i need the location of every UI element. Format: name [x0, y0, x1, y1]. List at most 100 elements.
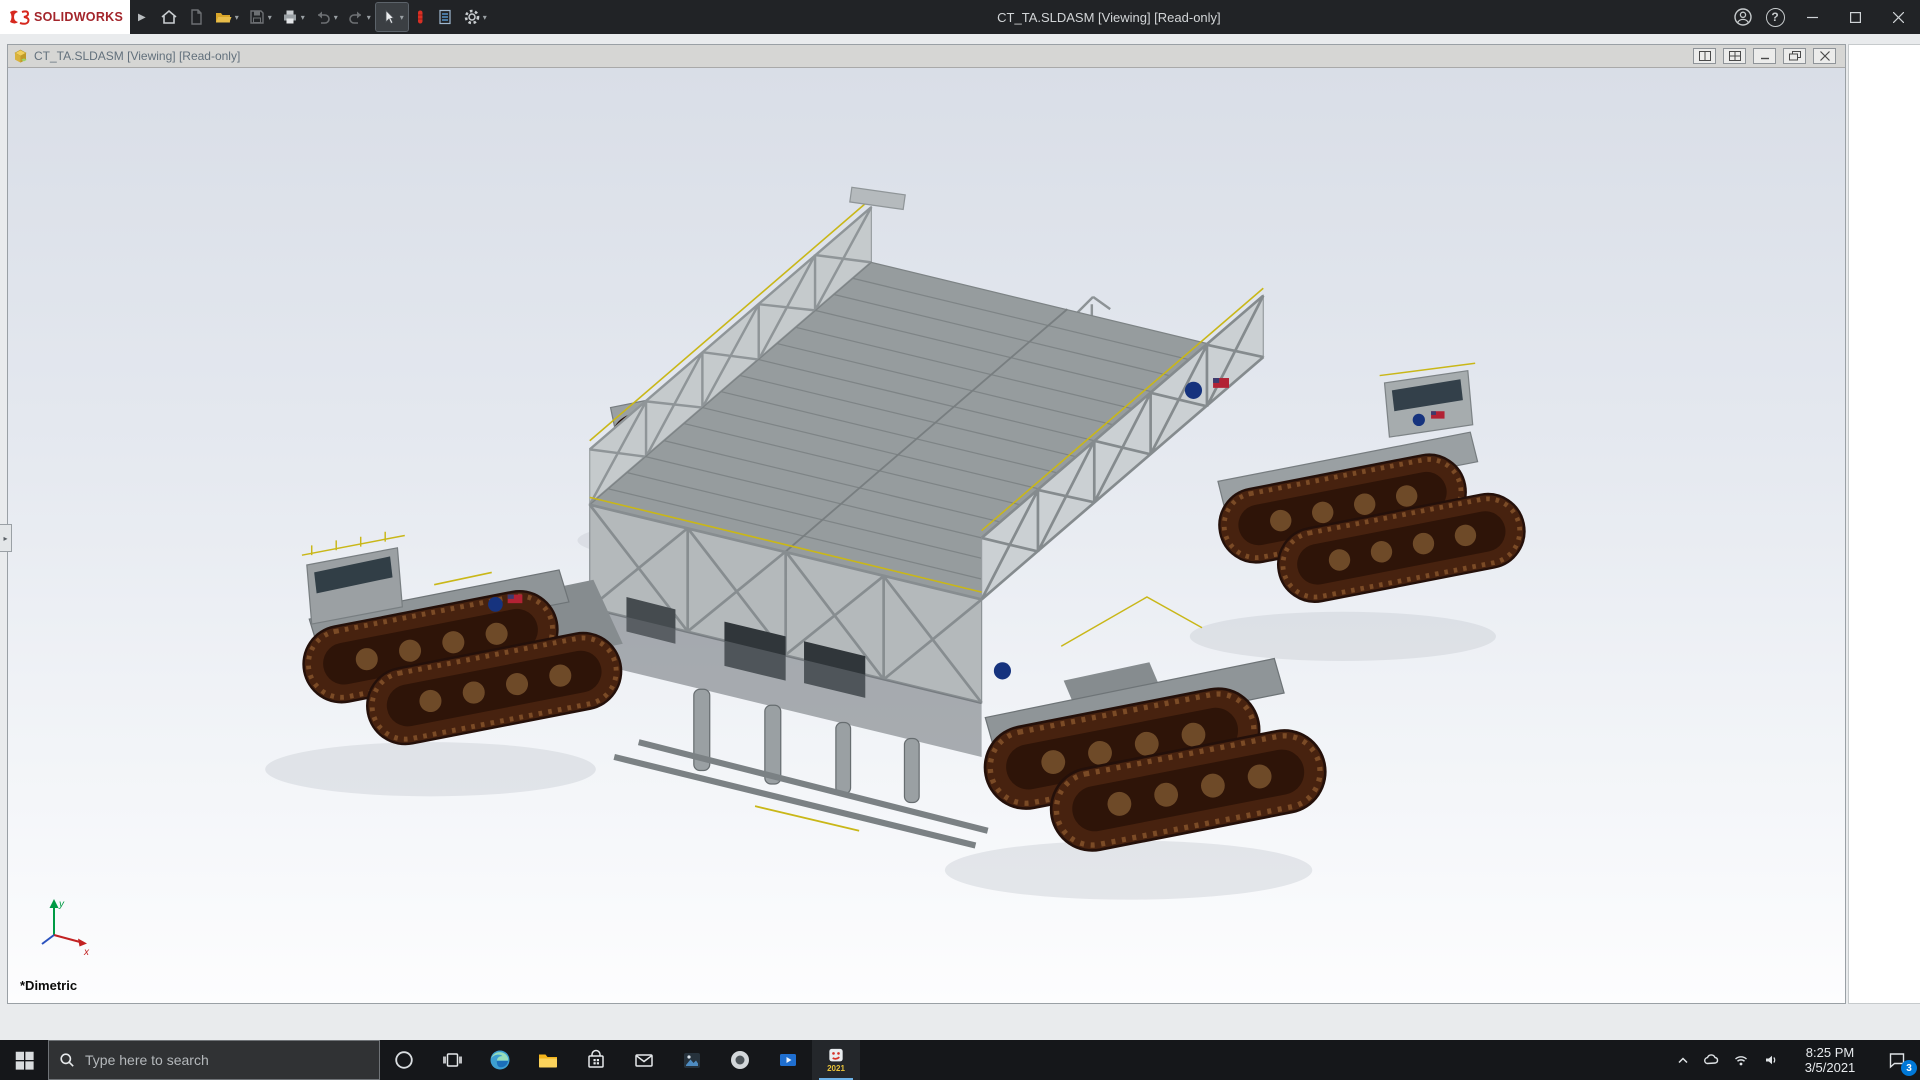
screen: SOLIDWORKS ▶ ▾ ▾ ▾ ▾ ▾ ▾ ▾ CT_TA.SLDASM … — [0, 0, 1920, 1080]
new-file-icon — [191, 9, 202, 25]
close-icon — [1893, 11, 1904, 23]
edge-button[interactable] — [476, 1040, 524, 1080]
doc-minimize-icon — [1760, 57, 1769, 60]
taskbar-search[interactable] — [48, 1040, 380, 1080]
doc-restore-button[interactable] — [1783, 48, 1806, 64]
right-control-cab — [1379, 362, 1476, 438]
document-window-controls — [1693, 48, 1840, 64]
dropdown-caret: ▾ — [333, 12, 338, 22]
cortana-button[interactable] — [380, 1040, 428, 1080]
system-tray: 8:25 PM 3/5/2021 3 — [1670, 1040, 1920, 1080]
app-circle-icon — [731, 1051, 749, 1069]
search-icon — [60, 1053, 74, 1067]
search-input[interactable] — [49, 1041, 379, 1079]
account-button[interactable] — [1727, 0, 1759, 34]
doc-close-button[interactable] — [1813, 48, 1836, 64]
save-button[interactable]: ▾ — [244, 3, 276, 31]
rebuild-button[interactable] — [409, 3, 431, 31]
hidden-icons-button[interactable] — [1670, 1040, 1696, 1080]
graphics-viewport[interactable]: y x *Dimetric — [8, 68, 1845, 1003]
quick-toolbar: ▾ ▾ ▾ ▾ ▾ ▾ ▾ — [156, 2, 491, 32]
movies-tv-icon — [780, 1054, 796, 1066]
split-view-icon — [1698, 51, 1711, 61]
home-icon — [161, 9, 177, 24]
taskbar-clock[interactable]: 8:25 PM 3/5/2021 — [1786, 1040, 1874, 1080]
undo-icon — [317, 11, 330, 24]
windows-start-icon — [15, 1051, 34, 1070]
photos-icon — [684, 1053, 700, 1068]
menu-expand-arrow[interactable]: ▶ — [130, 12, 154, 23]
walkway-railings — [1060, 596, 1203, 647]
file-properties-button[interactable] — [432, 3, 458, 31]
help-icon: ? — [1765, 7, 1785, 27]
task-pane-collapsed[interactable] — [1848, 44, 1920, 1004]
mail-icon — [635, 1054, 653, 1067]
open-file-button[interactable]: ▾ — [210, 3, 243, 31]
undo-button[interactable]: ▾ — [310, 3, 342, 31]
print-icon — [283, 10, 296, 24]
view-orientation-label: *Dimetric — [20, 978, 78, 993]
doc-restore-icon — [1788, 51, 1801, 61]
panel-tab-arrow: ▸ — [3, 533, 8, 543]
app-titlebar: SOLIDWORKS ▶ ▾ ▾ ▾ ▾ ▾ ▾ ▾ CT_TA.SLDASM … — [0, 0, 1920, 34]
panel-collapse-tab[interactable]: ▸ — [0, 524, 12, 552]
doc-minimize-button[interactable] — [1753, 48, 1776, 64]
file-explorer-icon — [539, 1054, 557, 1068]
dropdown-caret: ▾ — [300, 12, 305, 22]
store-button[interactable] — [572, 1040, 620, 1080]
cloud-icon — [1704, 1054, 1719, 1065]
minimize-icon — [1807, 16, 1818, 18]
minimize-button[interactable] — [1791, 0, 1834, 34]
select-button[interactable]: ▾ — [374, 2, 409, 32]
clock-date: 3/5/2021 — [1804, 1060, 1856, 1075]
split-view-button[interactable] — [1693, 48, 1716, 64]
solidworks-taskbar-button[interactable]: 2021 — [812, 1040, 860, 1080]
front-right-track-assembly — [978, 657, 1332, 858]
file-properties-icon — [439, 9, 451, 25]
store-icon — [588, 1049, 604, 1068]
wifi-icon — [1735, 1056, 1747, 1066]
speaker-icon — [1766, 1055, 1776, 1065]
crawler-transporter-model[interactable] — [8, 68, 1845, 1003]
select-cursor-icon — [385, 9, 395, 25]
task-view-button[interactable] — [428, 1040, 476, 1080]
start-button[interactable] — [0, 1040, 48, 1080]
action-center-button[interactable]: 3 — [1874, 1040, 1920, 1080]
help-glyph: ? — [1771, 10, 1779, 24]
new-file-button[interactable] — [183, 3, 209, 31]
document-titlebar[interactable]: CT_TA.SLDASM [Viewing] [Read-only] — [8, 45, 1845, 68]
network-button[interactable] — [1726, 1040, 1756, 1080]
help-button[interactable]: ? — [1759, 0, 1791, 34]
orientation-triad: y x — [41, 899, 90, 957]
rear-right-track-assembly — [1213, 431, 1531, 608]
onedrive-button[interactable] — [1696, 1040, 1726, 1080]
photos-button[interactable] — [668, 1040, 716, 1080]
triad-x-label: x — [83, 947, 90, 957]
solidworks-logo-mark — [10, 10, 30, 25]
volume-button[interactable] — [1756, 1040, 1786, 1080]
save-icon — [250, 10, 264, 24]
window-title: CT_TA.SLDASM [Viewing] [Read-only] — [997, 9, 1221, 25]
windows-taskbar: 2021 8:25 PM — [0, 1040, 1920, 1080]
triad-y-label: y — [58, 899, 65, 910]
edge-icon — [490, 1050, 510, 1070]
task-view-icon — [443, 1053, 462, 1067]
file-explorer-button[interactable] — [524, 1040, 572, 1080]
close-button[interactable] — [1877, 0, 1920, 34]
movies-tv-button[interactable] — [764, 1040, 812, 1080]
mail-button[interactable] — [620, 1040, 668, 1080]
maximize-button[interactable] — [1834, 0, 1877, 34]
chevron-up-icon — [1678, 1057, 1688, 1064]
account-icon — [1734, 8, 1752, 26]
assembly-document-icon — [14, 49, 27, 63]
document-title: CT_TA.SLDASM [Viewing] [Read-only] — [34, 49, 241, 63]
dropdown-caret: ▾ — [482, 12, 487, 22]
four-view-button[interactable] — [1723, 48, 1746, 64]
options-button[interactable]: ▾ — [459, 3, 491, 31]
home-button[interactable] — [156, 3, 182, 31]
app-circle-button[interactable] — [716, 1040, 764, 1080]
notification-badge: 3 — [1901, 1060, 1917, 1076]
redo-button[interactable]: ▾ — [343, 3, 375, 31]
print-button[interactable]: ▾ — [277, 3, 309, 31]
options-gear-icon — [464, 9, 480, 25]
